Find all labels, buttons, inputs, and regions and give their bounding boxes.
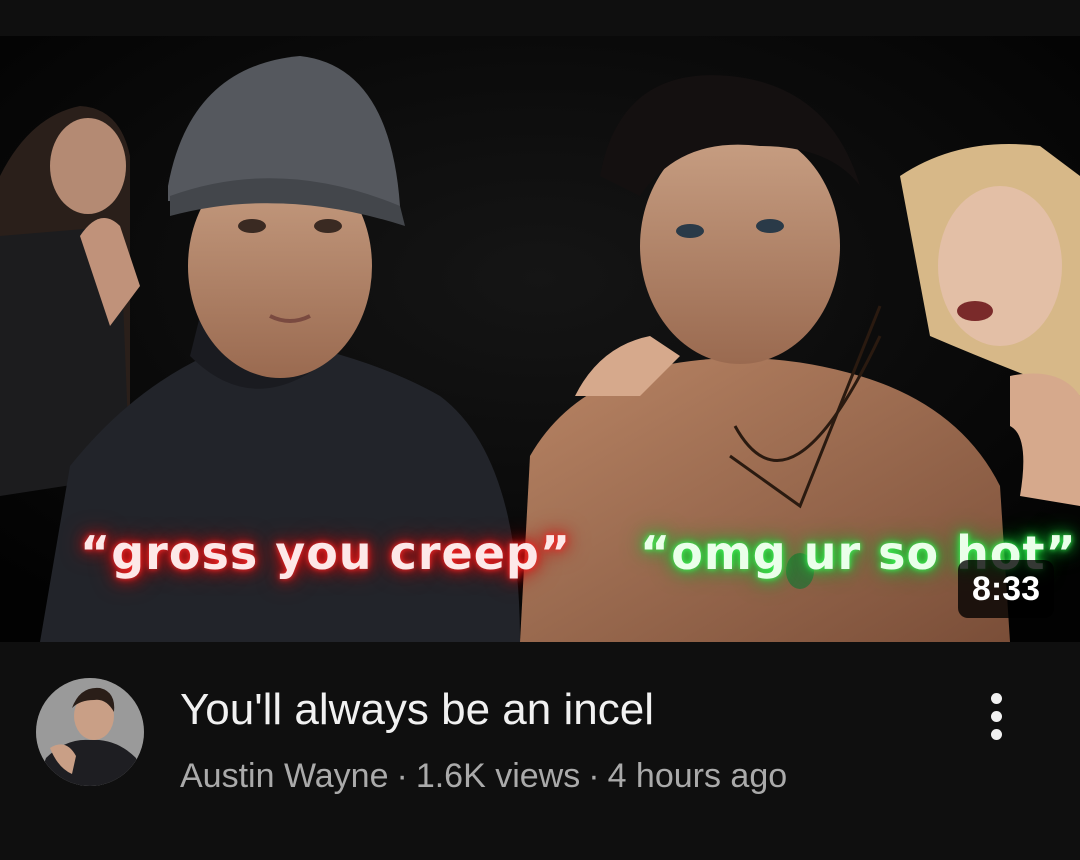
video-subline: Austin Wayne · 1.6K views · 4 hours ago: [180, 754, 787, 798]
upload-age: 4 hours ago: [607, 757, 788, 795]
separator: ·: [588, 757, 600, 795]
avatar-image: [36, 678, 144, 786]
duration-badge: 8:33: [957, 560, 1054, 618]
channel-avatar[interactable]: [36, 678, 144, 786]
channel-name[interactable]: Austin Wayne: [180, 757, 389, 795]
top-bar: [0, 0, 1080, 36]
video-title[interactable]: You'll always be an incel: [180, 682, 940, 738]
video-thumbnail[interactable]: “gross you creep” “omg ur so hot” 8:33: [0, 36, 1080, 642]
video-meta: You'll always be an incel Austin Wayne · 1…: [0, 642, 1080, 860]
menu-dot: [990, 728, 1002, 740]
thumbnail-caption-left: “gross you creep”: [80, 526, 572, 580]
menu-dot: [990, 692, 1002, 704]
view-count: 1.6K views: [415, 757, 581, 795]
separator: ·: [396, 757, 408, 795]
more-vertical-icon[interactable]: [970, 684, 1022, 748]
menu-dot: [990, 710, 1002, 722]
